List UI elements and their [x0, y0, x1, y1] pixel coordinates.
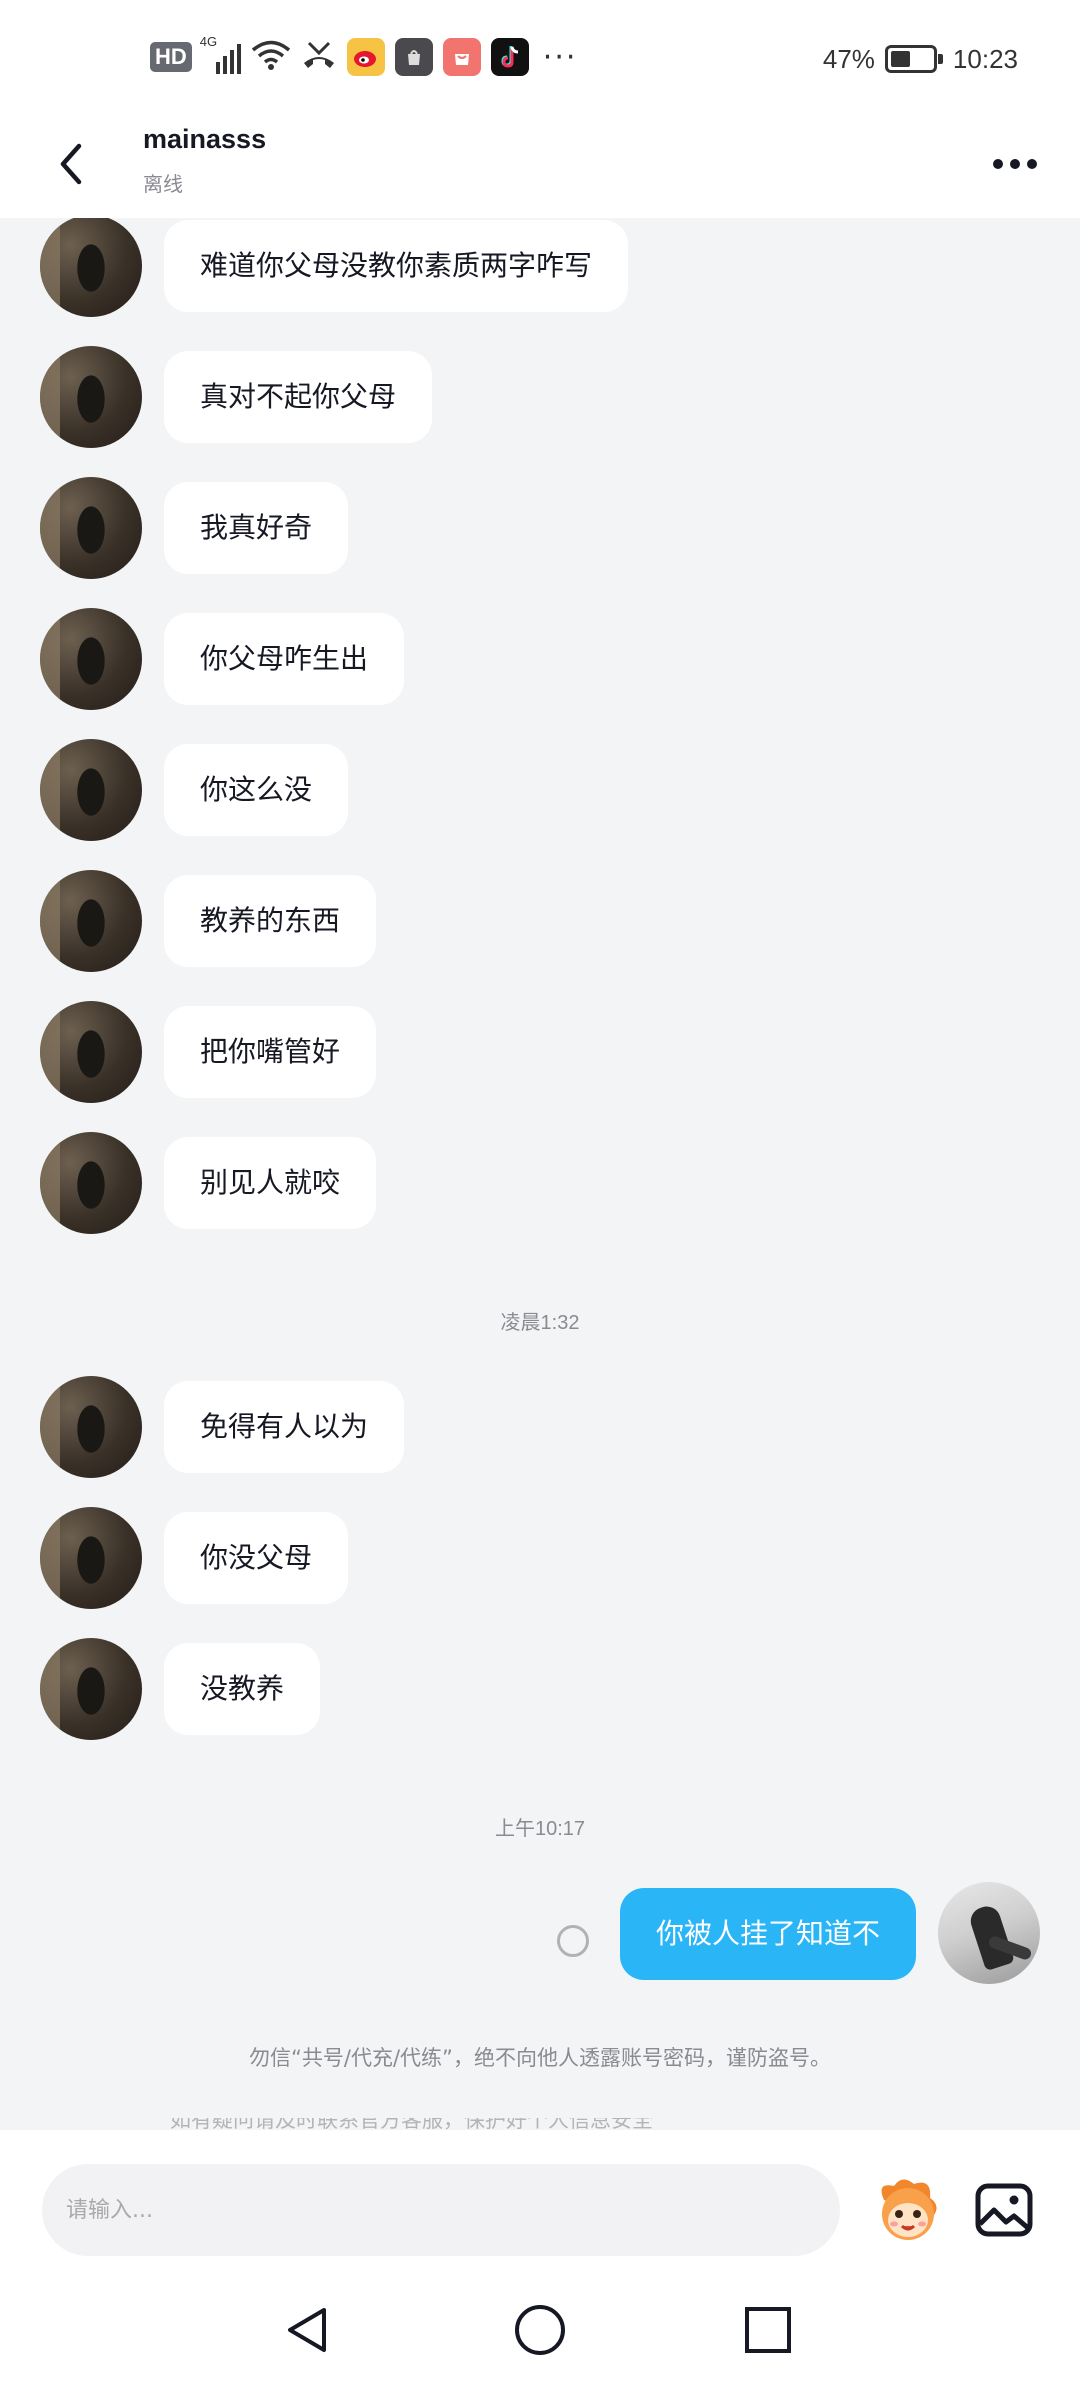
received-message-row: 我真好奇: [0, 476, 1080, 580]
received-message-bubble[interactable]: 没教养: [164, 1643, 321, 1735]
nav-home-button[interactable]: [500, 2290, 580, 2370]
received-message-bubble[interactable]: 把你嘴管好: [164, 1006, 377, 1098]
received-message-row: 真对不起你父母: [0, 345, 1080, 449]
received-message-row: 把你嘴管好: [0, 1000, 1080, 1104]
tiktok-app-icon: [490, 38, 529, 76]
contact-avatar[interactable]: [40, 1507, 142, 1609]
message-input-bar: [0, 2130, 1080, 2265]
nav-back-button[interactable]: [268, 2290, 348, 2370]
clock: 10:23: [952, 43, 1018, 74]
contact-avatar[interactable]: [40, 739, 142, 841]
sticker-button[interactable]: [868, 2170, 948, 2250]
contact-avatar[interactable]: [40, 1638, 142, 1740]
back-button[interactable]: [40, 124, 100, 204]
received-message-row: 难道你父母没教你素质两字咋写: [0, 218, 1080, 318]
message-send-status-icon: [557, 1925, 589, 1957]
status-bar: HD 4G ··· 47% 10:23: [0, 0, 1080, 110]
received-message-bubble[interactable]: 教养的东西: [164, 875, 377, 967]
status-icons-left: HD 4G ···: [150, 32, 577, 82]
battery-percent: 47%: [822, 43, 875, 74]
notice-cut-off-line: 如有疑问请及时联系官方客服，保护好个人信息安全: [170, 2118, 653, 2130]
more-dots-icon: [993, 159, 1003, 169]
weibo-app-icon: [346, 38, 385, 76]
contact-avatar[interactable]: [40, 346, 142, 448]
received-message-row: 你这么没: [0, 738, 1080, 842]
sent-message-bubble[interactable]: 你被人挂了知道不: [619, 1888, 916, 1980]
square-recent-icon: [745, 2307, 791, 2353]
hd-badge: HD: [150, 42, 192, 72]
received-message-bubble[interactable]: 你父母咋生出: [164, 613, 405, 705]
nav-recent-apps-button[interactable]: [728, 2290, 808, 2370]
received-message-bubble[interactable]: 你没父母: [164, 1512, 349, 1604]
message-timestamp: 凌晨1:32: [500, 1312, 580, 1334]
sent-message-row: 你被人挂了知道不: [0, 1882, 1080, 1986]
message-timestamp: 上午10:17: [494, 1818, 586, 1840]
shopping-bag-app-icon: [394, 38, 433, 76]
contact-avatar[interactable]: [40, 1001, 142, 1103]
circle-home-icon: [515, 2305, 565, 2355]
received-message-row: 教养的东西: [0, 869, 1080, 973]
network-type-label: 4G: [199, 34, 218, 49]
back-arrow-icon: [60, 143, 82, 185]
received-message-row: 免得有人以为: [0, 1375, 1080, 1479]
missed-call-icon: [301, 39, 337, 75]
received-message-row: 别见人就咬: [0, 1131, 1080, 1235]
contact-avatar[interactable]: [40, 870, 142, 972]
message-input[interactable]: [42, 2164, 840, 2256]
chat-header: mainasss 离线: [0, 110, 1080, 218]
received-message-bubble[interactable]: 难道你父母没教你素质两字咋写: [164, 220, 629, 312]
my-avatar[interactable]: [938, 1882, 1040, 1984]
contact-avatar[interactable]: [40, 1376, 142, 1478]
received-message-row: 你父母咋生出: [0, 607, 1080, 711]
security-notice: 勿信“共号/代充/代练”，绝不向他人透露账号密码，谨防盗号。: [249, 2046, 831, 2070]
chat-message-list[interactable]: 难道你父母没教你素质两字咋写 真对不起你父母 我真好奇 你父母咋生出 你这么没 …: [0, 218, 1080, 2130]
signal-icon: 4G: [200, 34, 241, 74]
system-navigation-bar: [0, 2265, 1080, 2400]
contact-online-status: 离线: [143, 172, 183, 196]
received-message-bubble[interactable]: 真对不起你父母: [164, 351, 433, 443]
more-options-button[interactable]: [980, 134, 1050, 194]
status-icons-right: 47% 10:23: [823, 34, 1018, 84]
contact-avatar[interactable]: [40, 218, 142, 317]
received-message-bubble[interactable]: 免得有人以为: [164, 1381, 405, 1473]
contact-avatar[interactable]: [40, 608, 142, 710]
battery-icon: [884, 45, 943, 73]
wifi-icon: [251, 39, 291, 75]
received-message-bubble[interactable]: 你这么没: [164, 744, 349, 836]
received-message-bubble[interactable]: 别见人就咬: [164, 1137, 377, 1229]
received-message-bubble[interactable]: 我真好奇: [164, 482, 349, 574]
image-picker-button[interactable]: [972, 2178, 1036, 2242]
contact-avatar[interactable]: [40, 477, 142, 579]
image-icon: [975, 2183, 1033, 2237]
more-notifications-icon: ···: [542, 39, 578, 75]
store-app-icon: [442, 38, 481, 76]
received-message-row: 你没父母: [0, 1506, 1080, 1610]
contact-avatar[interactable]: [40, 1132, 142, 1234]
sticker-face-icon: [881, 2179, 937, 2240]
received-message-row: 没教养: [0, 1637, 1080, 1741]
contact-name[interactable]: mainasss: [143, 124, 266, 155]
triangle-back-icon: [288, 2308, 326, 2352]
